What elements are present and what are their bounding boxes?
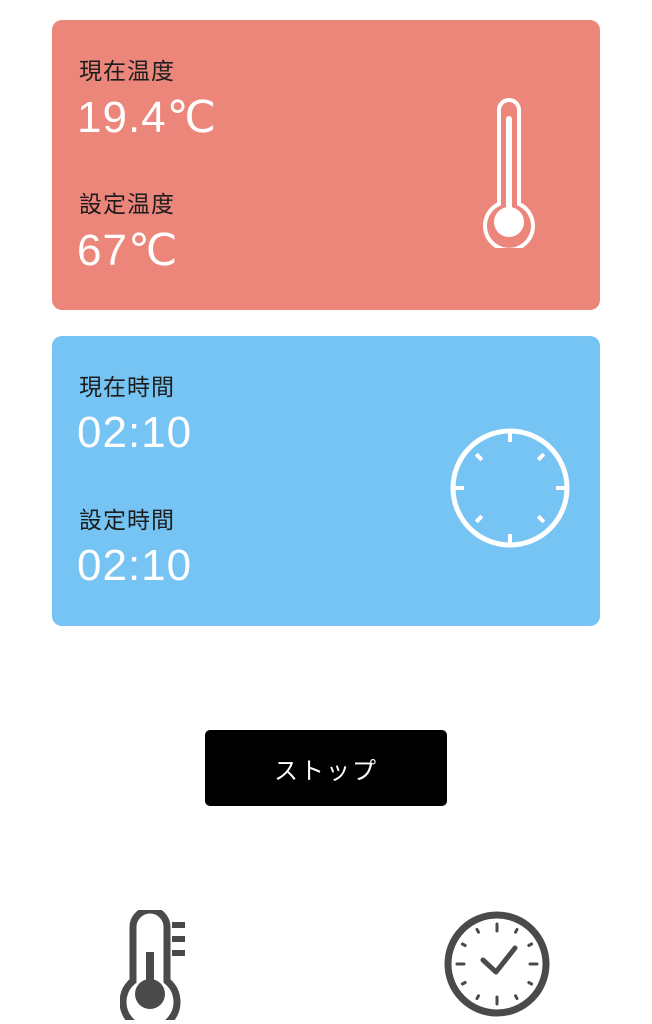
- thermometer-icon: [483, 98, 535, 248]
- current-temperature-value: 19.4℃: [77, 93, 218, 142]
- current-temperature-label: 現在温度: [79, 59, 175, 85]
- clock-icon[interactable]: [443, 910, 551, 1018]
- current-time-value: 02:10: [77, 408, 193, 457]
- set-time-label: 設定時間: [79, 508, 175, 534]
- stop-button[interactable]: ストップ: [205, 730, 447, 806]
- set-temperature-label: 設定温度: [79, 192, 175, 218]
- set-time-value: 02:10: [77, 541, 193, 590]
- temperature-card: 現在温度 19.4℃ 設定温度 67℃: [52, 20, 600, 310]
- thermometer-icon[interactable]: [120, 910, 190, 1020]
- current-time-label: 現在時間: [79, 375, 175, 401]
- clock-icon: [450, 428, 570, 548]
- set-temperature-value: 67℃: [77, 226, 179, 275]
- time-card: 現在時間 02:10 設定時間 02:10: [52, 336, 600, 626]
